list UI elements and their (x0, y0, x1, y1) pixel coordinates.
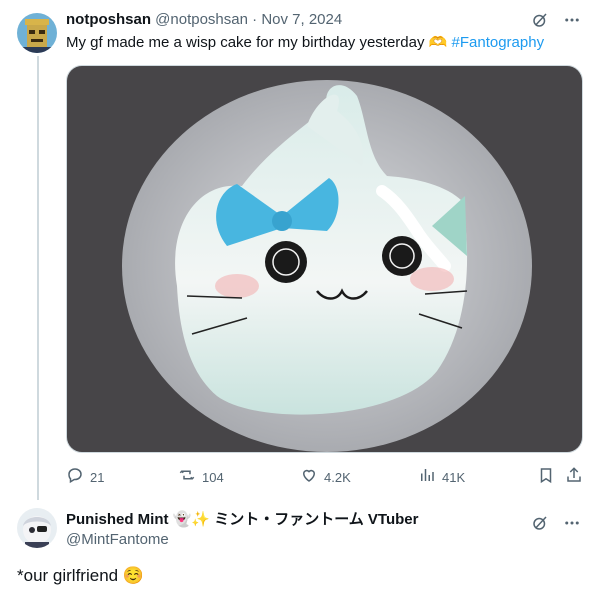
hashtag-link[interactable]: #Fantography (452, 34, 545, 51)
grok-icon[interactable] (531, 514, 549, 532)
retweet-icon (178, 466, 196, 490)
reply-body: *our girlfriend (17, 566, 119, 585)
heart-hands-emoji: 🫶 (428, 34, 448, 51)
share-action[interactable] (565, 466, 583, 490)
tweet-actions: 21 104 4.2K 41K (66, 466, 583, 486)
reply-author-name[interactable]: Punished Mint (66, 511, 169, 528)
tweet-date[interactable]: Nov 7, 2024 (261, 11, 342, 28)
tweet-body: My gf made me a wisp cake for my birthda… (66, 34, 425, 51)
views-icon (418, 466, 436, 490)
grok-icon[interactable] (531, 11, 549, 29)
tweet-header: notposhsan @notposhsan · Nov 7, 2024 (66, 10, 342, 30)
bookmark-icon (537, 466, 555, 490)
author-avatar[interactable] (17, 13, 57, 53)
reply-header: Punished Mint 👻✨ ミント・ファントーム VTuber (66, 510, 418, 530)
retweet-action[interactable]: 104 (178, 466, 224, 490)
tweet-top-icons (531, 11, 581, 29)
reply-top-icons (531, 514, 581, 532)
reply-name-emojis: 👻✨ (172, 511, 211, 528)
author-name[interactable]: notposhsan (66, 11, 151, 28)
reply-author-avatar[interactable] (17, 508, 57, 548)
reply-icon (66, 466, 84, 490)
more-icon[interactable] (563, 11, 581, 29)
reply-action[interactable]: 21 (66, 466, 104, 490)
views-count: 41K (442, 470, 466, 485)
retweet-count: 104 (202, 470, 224, 485)
more-icon[interactable] (563, 514, 581, 532)
heart-icon (300, 466, 318, 490)
tweet-text: My gf made me a wisp cake for my birthda… (66, 33, 544, 53)
views-action[interactable]: 41K (418, 466, 465, 490)
author-handle[interactable]: @notposhsan (155, 11, 248, 28)
reply-author-handle[interactable]: @MintFantome (66, 531, 169, 548)
reply-name-suffix[interactable]: ミント・ファントーム VTuber (214, 511, 418, 528)
bookmark-action[interactable] (537, 466, 555, 490)
like-action[interactable]: 4.2K (300, 466, 351, 490)
thread-connector-line (37, 56, 39, 500)
like-count: 4.2K (324, 470, 351, 485)
share-icon (565, 466, 583, 490)
reply-text: *our girlfriend ☺️ (17, 564, 144, 588)
smiling-emoji: ☺️ (122, 566, 145, 585)
header-separator: · (252, 11, 258, 28)
tweet-image[interactable] (66, 65, 583, 453)
reply-handle-line: @MintFantome (66, 530, 169, 550)
reply-count: 21 (90, 470, 105, 485)
